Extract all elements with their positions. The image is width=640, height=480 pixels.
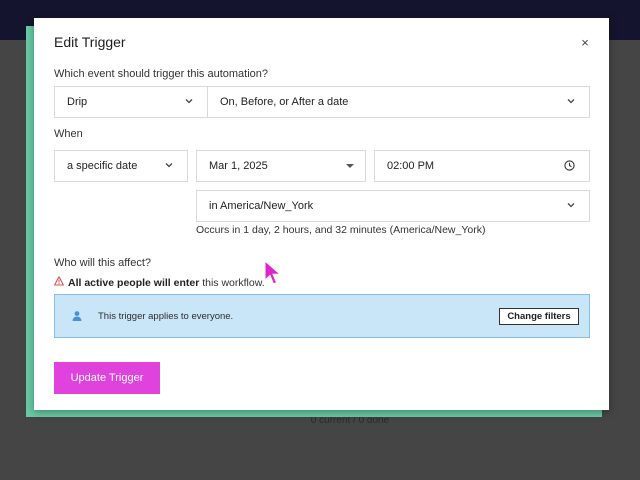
mouse-cursor-icon: [264, 259, 282, 286]
chevron-down-icon: [565, 95, 577, 107]
occurs-text: Occurs in 1 day, 2 hours, and 32 minutes…: [196, 224, 486, 236]
edit-trigger-modal: Edit Trigger × Which event should trigge…: [34, 18, 609, 410]
close-icon[interactable]: ×: [578, 36, 592, 50]
clock-icon: [564, 160, 575, 171]
filter-panel-text: This trigger applies to everyone.: [98, 311, 234, 322]
filter-panel: This trigger applies to everyone. Change…: [54, 294, 590, 338]
timezone-value: in America/New_York: [209, 200, 314, 212]
chevron-down-icon: [565, 199, 577, 211]
date-mode-select[interactable]: a specific date: [54, 150, 188, 182]
date-mode-value: a specific date: [67, 160, 138, 172]
time-picker[interactable]: 02:00 PM: [374, 150, 590, 182]
event-timing-select[interactable]: On, Before, or After a date: [207, 86, 590, 118]
event-type-select[interactable]: Drip: [54, 86, 208, 118]
warning-icon: [54, 276, 64, 289]
chevron-down-icon: [163, 159, 175, 171]
warning-rest-text: this workflow.: [199, 276, 265, 289]
person-icon: [71, 309, 83, 321]
event-type-value: Drip: [67, 96, 88, 108]
when-label: When: [54, 128, 83, 140]
date-picker[interactable]: Mar 1, 2025: [196, 150, 366, 182]
event-question-label: Which event should trigger this automati…: [54, 68, 269, 80]
caret-down-icon: [345, 161, 355, 171]
audience-warning: All active people will enter this workfl…: [54, 276, 265, 289]
date-value: Mar 1, 2025: [209, 160, 268, 172]
event-timing-value: On, Before, or After a date: [220, 96, 349, 108]
change-filters-button[interactable]: Change filters: [499, 308, 579, 325]
modal-title: Edit Trigger: [54, 34, 126, 50]
update-trigger-button[interactable]: Update Trigger: [54, 362, 160, 394]
chevron-down-icon: [183, 95, 195, 107]
time-value: 02:00 PM: [387, 160, 435, 172]
timezone-select[interactable]: in America/New_York: [196, 190, 590, 222]
warning-bold-text: All active people will enter: [68, 276, 200, 289]
audience-question-label: Who will this affect?: [54, 257, 152, 269]
